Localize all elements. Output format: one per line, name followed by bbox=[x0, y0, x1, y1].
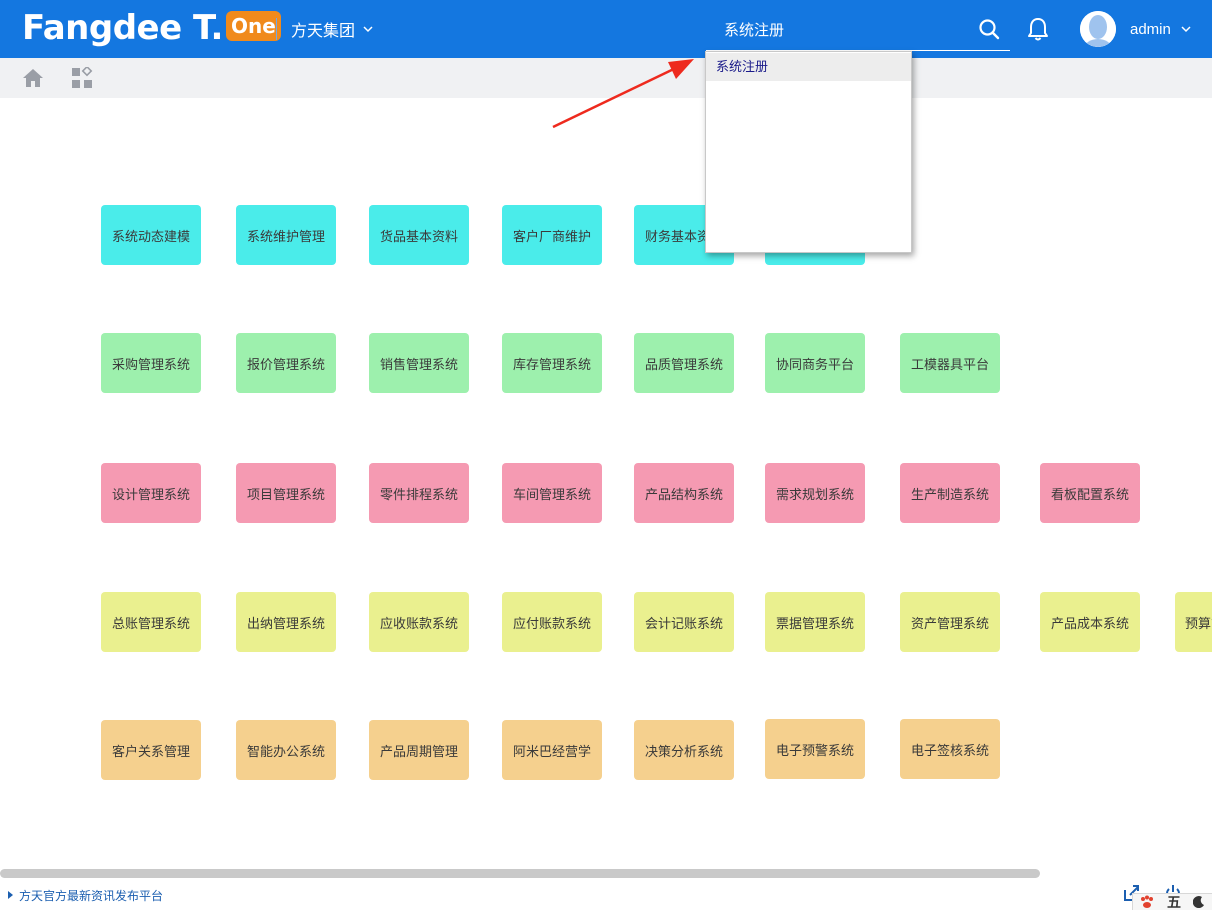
module-tile[interactable]: 项目管理系统 bbox=[236, 463, 336, 523]
toolbar bbox=[0, 58, 1212, 98]
module-tile[interactable]: 客户关系管理 bbox=[101, 720, 201, 780]
moon-icon bbox=[1193, 896, 1204, 908]
module-tile[interactable]: 会计记账系统 bbox=[634, 592, 734, 652]
module-tile[interactable]: 货品基本资料 bbox=[369, 205, 469, 265]
module-tile[interactable]: 票据管理系统 bbox=[765, 592, 865, 652]
module-tile[interactable]: 采购管理系统 bbox=[101, 333, 201, 393]
module-tile[interactable]: 车间管理系统 bbox=[502, 463, 602, 523]
module-tile[interactable]: 生产制造系统 bbox=[900, 463, 1000, 523]
search-input[interactable] bbox=[724, 18, 964, 40]
caret-right-icon bbox=[8, 891, 13, 899]
module-tile[interactable]: 产品结构系统 bbox=[634, 463, 734, 523]
module-tile[interactable]: 零件排程系统 bbox=[369, 463, 469, 523]
module-tile[interactable]: 电子预警系统 bbox=[765, 719, 865, 779]
module-tile[interactable]: 决策分析系统 bbox=[634, 720, 734, 780]
module-tile[interactable]: 出纳管理系统 bbox=[236, 592, 336, 652]
top-bar: Fangdee T. One 方天集团 admin bbox=[0, 0, 1212, 58]
news-link[interactable]: 方天官方最新资讯发布平台 bbox=[8, 886, 163, 904]
search-suggestion-item[interactable]: 系统注册 bbox=[706, 53, 911, 81]
search-icon[interactable] bbox=[978, 18, 1000, 40]
module-tile[interactable]: 预算管理系统 bbox=[1175, 592, 1212, 652]
ime-toolbar[interactable]: 五 bbox=[1132, 893, 1212, 910]
company-selector[interactable]: 方天集团 bbox=[291, 18, 373, 40]
module-tile[interactable]: 智能办公系统 bbox=[236, 720, 336, 780]
module-tile[interactable]: 协同商务平台 bbox=[765, 333, 865, 393]
horizontal-scrollbar[interactable] bbox=[0, 869, 1040, 878]
brand-badge: One bbox=[225, 11, 281, 41]
module-tile[interactable]: 需求规划系统 bbox=[765, 463, 865, 523]
module-tile[interactable]: 系统维护管理 bbox=[236, 205, 336, 265]
module-tile[interactable]: 电子签核系统 bbox=[900, 719, 1000, 779]
bell-icon[interactable] bbox=[1026, 16, 1050, 42]
module-tile[interactable]: 产品周期管理 bbox=[369, 720, 469, 780]
module-tile[interactable]: 阿米巴经营学 bbox=[502, 720, 602, 780]
apps-icon[interactable] bbox=[71, 67, 93, 89]
username: admin bbox=[1130, 20, 1171, 38]
ime-mode: 五 bbox=[1167, 894, 1181, 910]
search-suggestions: 系统注册 bbox=[705, 51, 912, 253]
user-menu[interactable]: admin bbox=[1130, 18, 1191, 40]
user-avatar-icon bbox=[1080, 11, 1116, 47]
module-tile[interactable]: 资产管理系统 bbox=[900, 592, 1000, 652]
module-tile[interactable]: 报价管理系统 bbox=[236, 333, 336, 393]
brand-logo[interactable]: Fangdee T. One bbox=[22, 6, 281, 50]
home-icon[interactable] bbox=[22, 67, 44, 89]
module-tile[interactable]: 应收账款系统 bbox=[369, 592, 469, 652]
header-divider bbox=[276, 18, 277, 40]
module-tile[interactable]: 看板配置系统 bbox=[1040, 463, 1140, 523]
module-tile[interactable]: 设计管理系统 bbox=[101, 463, 201, 523]
module-tile[interactable]: 品质管理系统 bbox=[634, 333, 734, 393]
module-tile[interactable]: 客户厂商维护 bbox=[502, 205, 602, 265]
chevron-down-icon bbox=[363, 26, 373, 33]
news-link-label: 方天官方最新资讯发布平台 bbox=[19, 888, 164, 903]
company-name: 方天集团 bbox=[291, 23, 356, 40]
avatar[interactable] bbox=[1080, 11, 1116, 47]
brand-name: Fangdee T. bbox=[22, 8, 223, 48]
module-tile[interactable]: 工模器具平台 bbox=[900, 333, 1000, 393]
module-tile[interactable]: 销售管理系统 bbox=[369, 333, 469, 393]
paw-icon bbox=[1141, 895, 1153, 908]
module-tile[interactable]: 总账管理系统 bbox=[101, 592, 201, 652]
module-tile[interactable]: 应付账款系统 bbox=[502, 592, 602, 652]
chevron-down-icon bbox=[1181, 26, 1191, 33]
module-tile[interactable]: 系统动态建模 bbox=[101, 205, 201, 265]
global-search bbox=[706, 8, 1010, 51]
module-tile[interactable]: 库存管理系统 bbox=[502, 333, 602, 393]
module-tile[interactable]: 产品成本系统 bbox=[1040, 592, 1140, 652]
